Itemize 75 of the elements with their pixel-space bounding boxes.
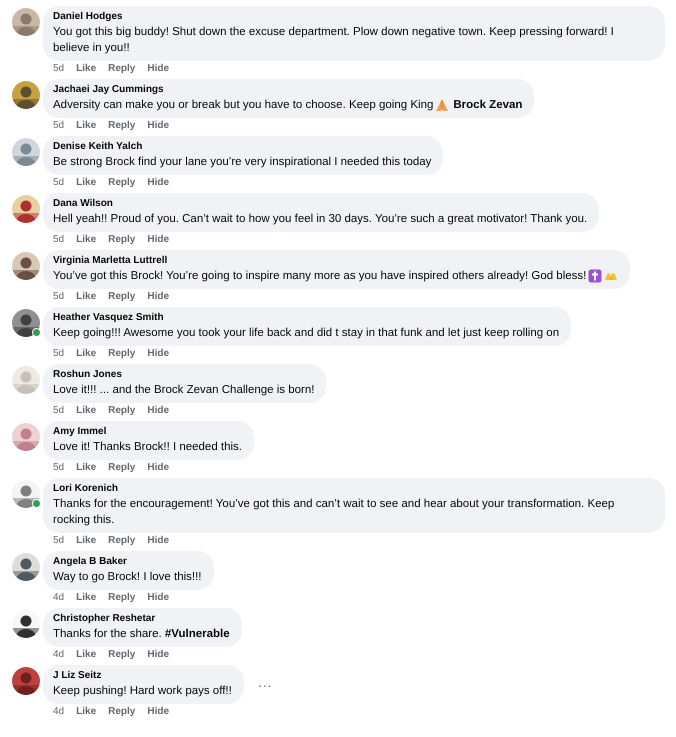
action-button[interactable]: Like bbox=[76, 119, 96, 132]
timestamp-link[interactable]: 5d bbox=[53, 233, 64, 246]
timestamp-link[interactable]: 4d bbox=[53, 705, 64, 718]
author-name[interactable]: Roshun Jones bbox=[53, 368, 314, 382]
action-button[interactable]: Hide bbox=[147, 705, 170, 718]
action-button[interactable]: Like bbox=[76, 648, 96, 661]
timestamp-link[interactable]: 5d bbox=[53, 119, 64, 132]
author-name[interactable]: Christopher Reshetar bbox=[53, 612, 230, 626]
author-name[interactable]: Lori Korenich bbox=[53, 482, 653, 496]
timestamp-link[interactable]: 5d bbox=[53, 347, 64, 360]
author-name[interactable]: Heather Vasquez Smith bbox=[53, 311, 560, 325]
comment-text: You’ve got this Brock! You’re going to inspire many more as you have inspired others already! God bless! bbox=[53, 269, 586, 284]
action-button[interactable]: Reply bbox=[108, 62, 136, 75]
action-button[interactable]: Hide bbox=[147, 648, 170, 661]
comment-text: Thanks for the encouragement! You’ve got this and can’t wait to see and hear about your transformation. Keep rocking this. bbox=[53, 497, 616, 528]
action-button[interactable]: Like bbox=[76, 233, 96, 246]
action-button[interactable]: Reply bbox=[108, 119, 136, 132]
timestamp-link[interactable]: 5d bbox=[53, 461, 64, 474]
action-button[interactable]: Reply bbox=[108, 648, 136, 661]
author-name[interactable]: Daniel Hodges bbox=[53, 10, 653, 24]
timestamp-link[interactable]: 5d bbox=[53, 176, 64, 189]
action-button[interactable]: Hide bbox=[147, 176, 170, 189]
action-button[interactable]: Like bbox=[76, 534, 96, 547]
action-button[interactable]: Like bbox=[76, 404, 96, 417]
comment-text: You got this big buddy! Shut down the excuse department. Plow down negative town. Keep pressing forward! I believe in you!! bbox=[53, 25, 615, 56]
timestamp-link[interactable]: 5d bbox=[53, 290, 64, 303]
comment-text: Thanks for the share. #Vulnerable bbox=[53, 627, 230, 642]
action-button[interactable]: Reply bbox=[108, 534, 136, 547]
timestamp-link[interactable]: 5d bbox=[53, 62, 64, 75]
action-button[interactable]: Hide bbox=[147, 290, 170, 303]
action-button[interactable]: Like bbox=[76, 347, 96, 360]
action-button[interactable]: Hide bbox=[147, 534, 170, 547]
action-button[interactable]: Like bbox=[76, 591, 96, 604]
author-name[interactable]: Angela B Baker bbox=[53, 555, 202, 569]
author-name[interactable]: Amy Immel bbox=[53, 425, 242, 439]
action-button[interactable]: Like bbox=[76, 290, 96, 303]
timestamp-link[interactable]: 5d bbox=[53, 404, 64, 417]
author-name[interactable]: Denise Keith Yalch bbox=[53, 140, 432, 154]
timestamp-link[interactable]: 5d bbox=[53, 534, 64, 547]
comment-text: Love it! Thanks Brock!! I needed this. bbox=[53, 440, 242, 455]
action-button[interactable]: Reply bbox=[108, 347, 136, 360]
cross-icon bbox=[588, 269, 602, 283]
action-button[interactable]: Hide bbox=[147, 62, 170, 75]
action-button[interactable]: Hide bbox=[147, 347, 170, 360]
comment-text: Keep going!!! Awesome you took your life back and did t stay in that funk and let just keep rolling on bbox=[53, 326, 560, 341]
mention-link[interactable]: Brock Zevan bbox=[453, 97, 522, 113]
action-button[interactable]: Like bbox=[76, 176, 96, 189]
author-name[interactable]: Jachaei Jay Cummings bbox=[53, 83, 522, 97]
timestamp-link[interactable]: 4d bbox=[53, 591, 64, 604]
action-button[interactable]: Reply bbox=[108, 591, 136, 604]
action-button[interactable]: Hide bbox=[147, 461, 170, 474]
action-button[interactable]: Like bbox=[76, 62, 96, 75]
action-button[interactable]: Reply bbox=[108, 705, 136, 718]
author-name[interactable]: Virginia Marletta Luttrell bbox=[53, 254, 618, 268]
comment-text: Keep pushing! Hard work pays off!! bbox=[53, 684, 232, 699]
action-button[interactable]: Like bbox=[76, 461, 96, 474]
action-button[interactable]: Like bbox=[76, 705, 96, 718]
comment-text: Love it!!! ... and the Brock Zevan Challenge is born! bbox=[53, 383, 314, 398]
comment-text: Adversity can make you or break but you have to choose. Keep going King bbox=[53, 98, 434, 113]
action-button[interactable]: Reply bbox=[108, 290, 136, 303]
action-button[interactable]: Reply bbox=[108, 176, 136, 189]
author-name[interactable]: J Liz Seitz bbox=[53, 669, 232, 683]
action-button[interactable]: Hide bbox=[147, 591, 170, 604]
author-name[interactable]: Dana Wilson bbox=[53, 197, 588, 211]
action-button[interactable]: Hide bbox=[147, 119, 170, 132]
action-button[interactable]: Hide bbox=[147, 404, 170, 417]
action-button[interactable]: Reply bbox=[108, 461, 136, 474]
comment-text: Be strong Brock find your lane you’re very inspirational I needed this today bbox=[53, 155, 432, 170]
action-button[interactable]: Hide bbox=[147, 233, 170, 246]
comment-text: Way to go Brock! I love this!!! bbox=[53, 570, 202, 585]
timestamp-link[interactable]: 4d bbox=[53, 648, 64, 661]
more-options-button[interactable]: ··· bbox=[254, 676, 276, 692]
action-button[interactable]: Reply bbox=[108, 404, 136, 417]
action-button[interactable]: Reply bbox=[108, 233, 136, 246]
comment-text: Hell yeah!! Proud of you. Can’t wait to how you feel in 30 days. You’re such a great motivator! Thank you. bbox=[53, 212, 588, 227]
